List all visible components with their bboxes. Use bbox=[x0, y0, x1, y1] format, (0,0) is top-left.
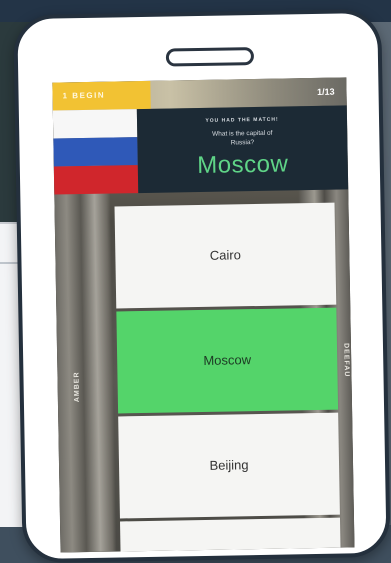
answer-option-4[interactable] bbox=[120, 517, 341, 553]
level-badge: 1 BEGIN bbox=[52, 80, 151, 111]
question-header: YOU HAD THE MATCH! bbox=[205, 116, 279, 124]
answer-display: Moscow bbox=[197, 150, 289, 180]
answer-option-cairo[interactable]: Cairo bbox=[114, 202, 337, 309]
question-panel: YOU HAD THE MATCH! What is the capital o… bbox=[136, 105, 349, 194]
game-screen: 1 BEGIN 1/13 YOU HAD THE MATCH! What is … bbox=[52, 77, 355, 553]
question-text: What is the capital of Russia? bbox=[212, 129, 273, 147]
phone-speaker bbox=[165, 47, 255, 67]
flag-stripe-blue bbox=[53, 137, 138, 167]
flag-stripe-white bbox=[52, 109, 138, 139]
flag-stripe-red bbox=[53, 165, 139, 195]
russia-flag-icon bbox=[52, 109, 139, 195]
side-label-right: DEEFAU bbox=[341, 343, 350, 378]
answer-option-beijing[interactable]: Beijing bbox=[118, 412, 340, 519]
phone-mockup: 1 BEGIN 1/13 YOU HAD THE MATCH! What is … bbox=[13, 8, 391, 563]
question-counter: 1/13 bbox=[316, 86, 335, 97]
answer-option-moscow[interactable]: Moscow bbox=[116, 307, 339, 414]
side-label-left: AMBER bbox=[73, 371, 81, 403]
